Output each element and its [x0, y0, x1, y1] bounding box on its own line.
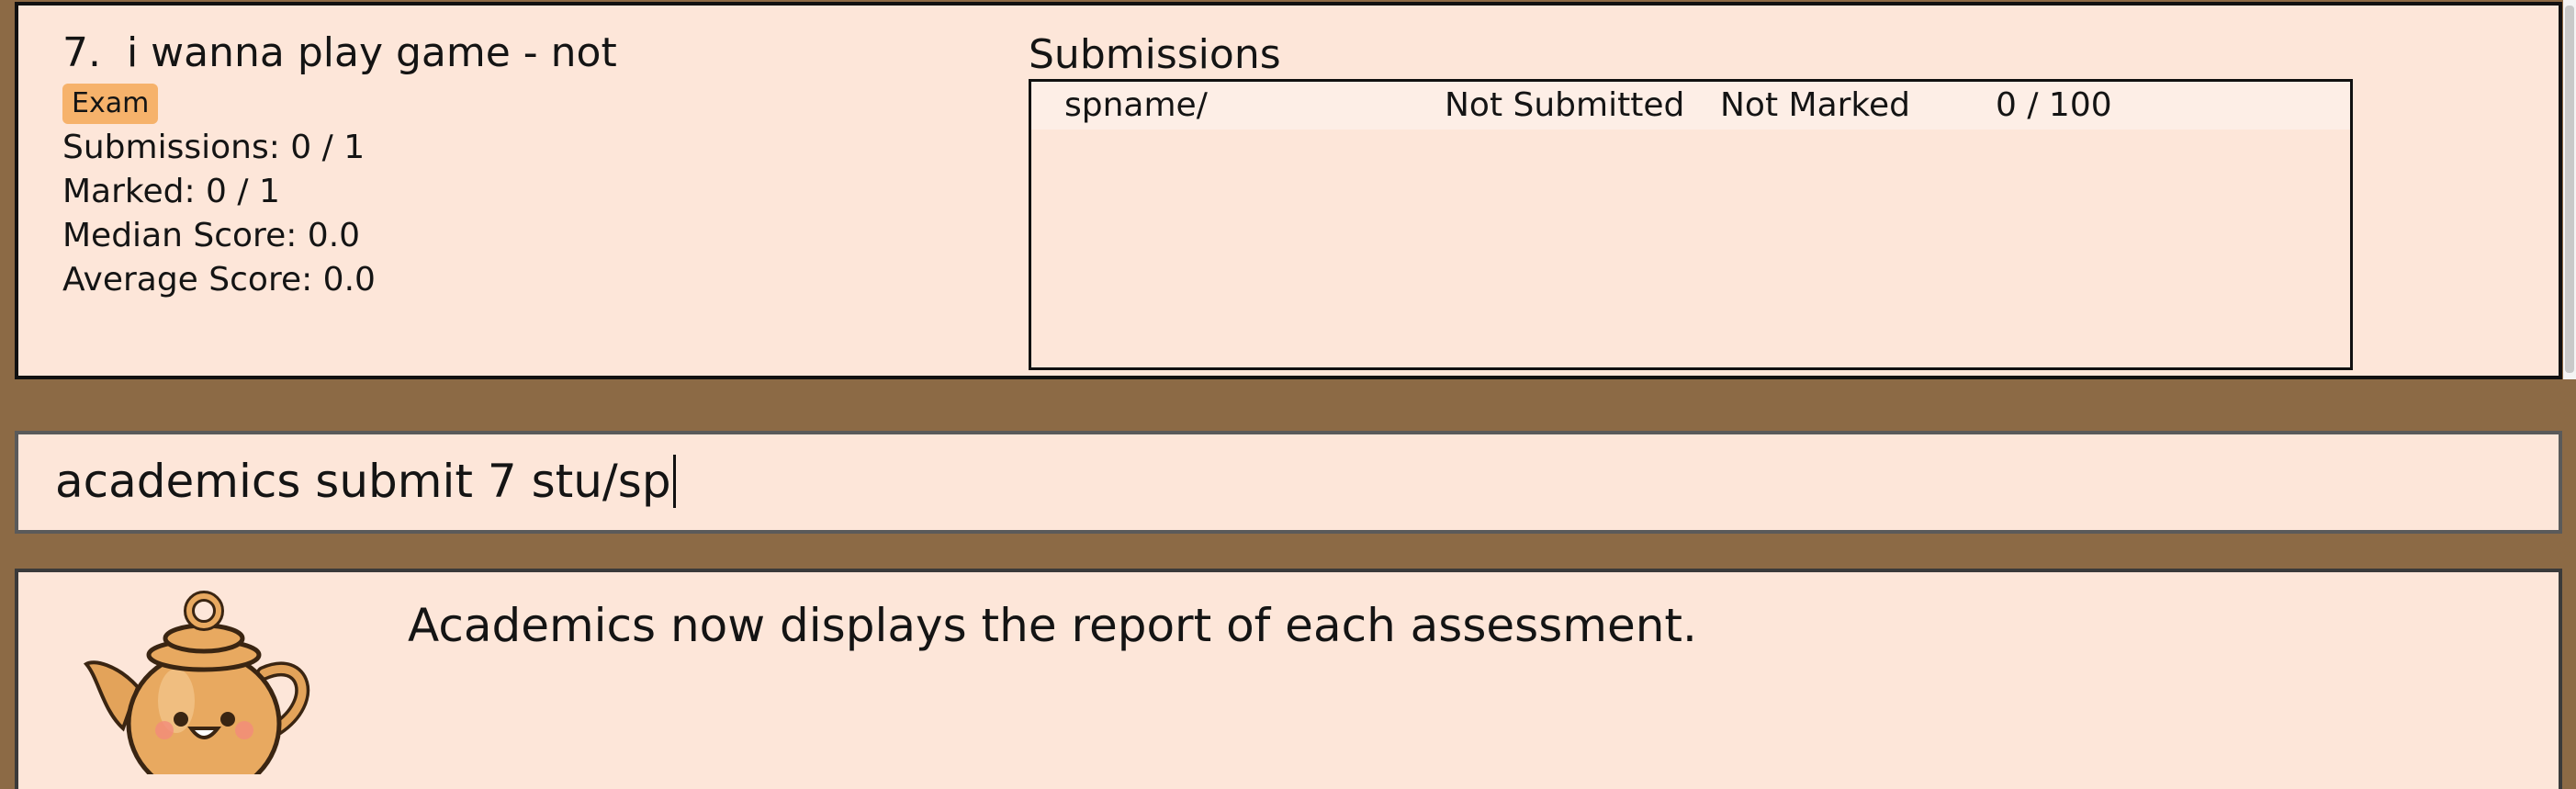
assessment-title: i wanna play game - not: [126, 29, 617, 76]
scrollbar-thumb[interactable]: [2565, 6, 2574, 373]
submissions-heading: Submissions: [1029, 31, 1281, 78]
teapot-mascot-icon: [83, 591, 310, 774]
command-input-value: academics submit 7 stu/sp: [55, 455, 671, 508]
submission-status: Not Submitted: [1445, 86, 1685, 124]
assessment-index: 7.: [62, 29, 101, 76]
assessment-type-badge: Exam: [62, 84, 159, 124]
submissions-list[interactable]: spname/ Not Submitted Not Marked 0 / 100: [1029, 79, 2353, 370]
result-message: Academics now displays the report of eac…: [408, 599, 1697, 652]
text-cursor: [672, 455, 676, 508]
submission-student-name: spname/: [1064, 86, 1208, 124]
marking-status: Not Marked: [1720, 86, 1910, 124]
submission-score: 0 / 100: [1996, 86, 2112, 124]
scrollbar[interactable]: [2563, 0, 2576, 379]
command-input[interactable]: academics submit 7 stu/sp: [55, 453, 676, 510]
median-score: Median Score: 0.0: [62, 217, 361, 254]
command-box[interactable]: academics submit 7 stu/sp: [15, 431, 2562, 534]
average-score: Average Score: 0.0: [62, 261, 376, 299]
assessment-card[interactable]: 7. i wanna play game - not Exam Submissi…: [15, 2, 2562, 379]
result-display: Academics now displays the report of eac…: [15, 569, 2562, 789]
submission-row[interactable]: spname/ Not Submitted Not Marked 0 / 100: [1031, 82, 2350, 130]
assessment-title-line: 7. i wanna play game - not: [62, 28, 617, 79]
marked-count: Marked: 0 / 1: [62, 173, 280, 210]
submissions-count: Submissions: 0 / 1: [62, 129, 366, 166]
